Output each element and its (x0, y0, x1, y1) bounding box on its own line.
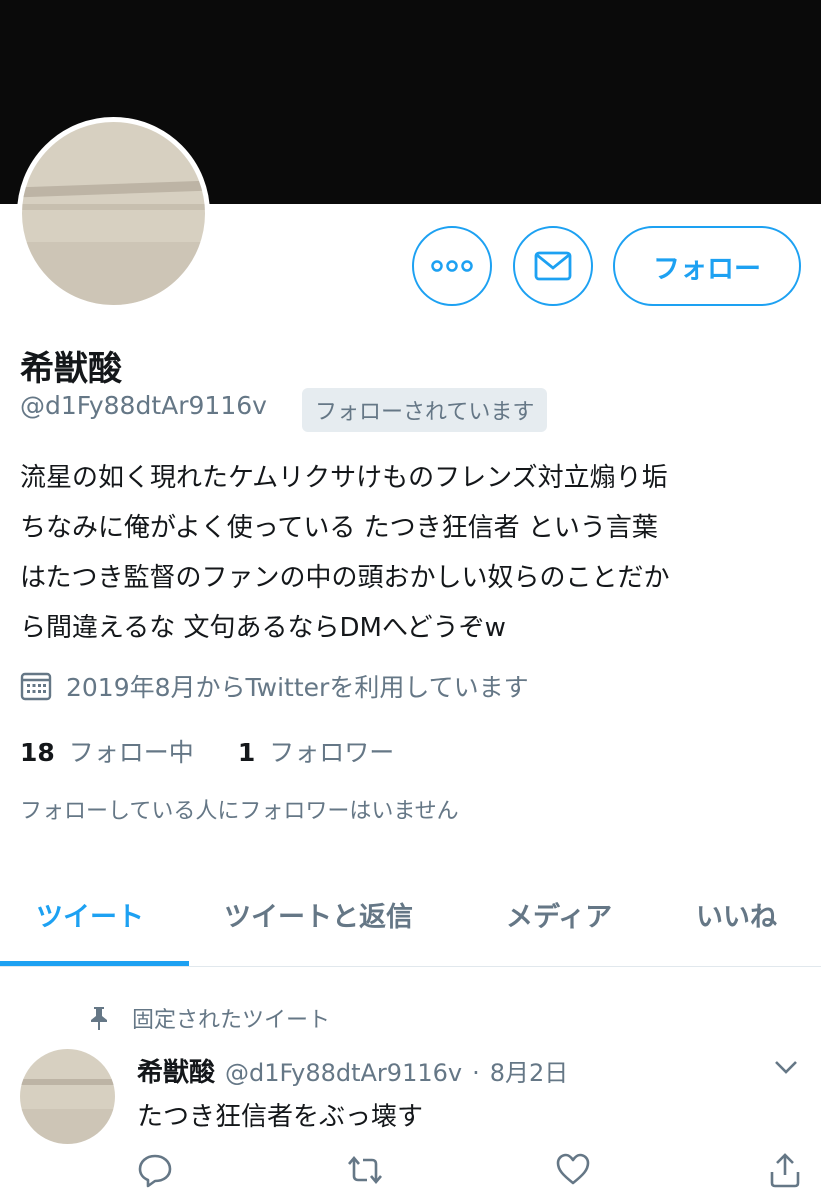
tab-media[interactable]: メディア (506, 895, 612, 934)
followers-link[interactable]: 1 フォロワー (238, 733, 394, 769)
tweet-author-avatar[interactable] (20, 1049, 115, 1144)
profile-tabs: ツイート ツイートと返信 メディア いいね (0, 855, 821, 967)
mail-icon (534, 251, 572, 281)
more-options-button[interactable] (412, 226, 492, 306)
profile-avatar[interactable] (17, 117, 210, 310)
follow-stats: 18 フォロー中 1 フォロワー (20, 733, 394, 769)
tweet-author-handle: @d1Fy88dtAr9116v (225, 1059, 463, 1087)
calendar-icon (20, 672, 52, 701)
pinned-indicator: 固定されたツイート (88, 1002, 330, 1034)
tweet-date[interactable]: 8月2日 (490, 1053, 569, 1088)
bio-line: はたつき監督のファンの中の頭おかしい奴らのことだか (20, 563, 670, 593)
following-count: 18 (20, 738, 55, 767)
tweet-header: 希獣酸 @d1Fy88dtAr9116v · 8月2日 (137, 1052, 568, 1089)
more-icon (431, 260, 473, 272)
heart-icon[interactable] (555, 1152, 591, 1186)
profile-handle: @d1Fy88dtAr9116v (20, 391, 267, 420)
tab-likes[interactable]: いいね (696, 895, 777, 934)
pinned-label: 固定されたツイート (132, 1008, 331, 1033)
joined-text: 2019年8月からTwitterを利用しています (66, 673, 529, 702)
retweet-icon[interactable] (345, 1152, 385, 1188)
joined-date: 2019年8月からTwitterを利用しています (20, 668, 529, 704)
bio-line: ちなみに俺がよく使っている たつき狂信者 という言葉 (20, 513, 658, 543)
tweet-author-name[interactable]: 希獣酸 (137, 1052, 215, 1089)
follow-button[interactable]: フォロー (613, 226, 801, 306)
message-button[interactable] (513, 226, 593, 306)
bio-line: ら間違えるな 文句あるならDMへどうぞw (20, 613, 506, 643)
following-link[interactable]: 18 フォロー中 (20, 733, 194, 769)
active-tab-indicator (0, 961, 189, 966)
profile-name: 希獣酸 (20, 349, 122, 389)
pin-icon (91, 1007, 107, 1030)
bio-line: 流星の如く現れたケムリクサけものフレンズ対立煽り垢 (20, 463, 668, 493)
share-icon[interactable] (768, 1152, 802, 1188)
known-followers-note: フォローしている人にフォロワーはいません (20, 799, 459, 824)
followers-label: フォロワー (269, 738, 395, 767)
followers-count: 1 (237, 738, 256, 767)
reply-icon[interactable] (137, 1152, 173, 1188)
chevron-down-icon[interactable] (771, 1058, 801, 1076)
follows-you-badge: フォローされています (302, 388, 548, 432)
profile-bio: 流星の如く現れたケムリクサけものフレンズ対立煽り垢 ちなみに俺がよく使っている … (20, 453, 810, 653)
tab-tweets[interactable]: ツイート (36, 895, 144, 934)
following-label: フォロー中 (68, 738, 194, 767)
tweet-text: たつき狂信者をぶっ壊す (137, 1102, 424, 1132)
tweet-separator: · (472, 1059, 480, 1087)
tab-tweets-and-replies[interactable]: ツイートと返信 (224, 895, 413, 934)
